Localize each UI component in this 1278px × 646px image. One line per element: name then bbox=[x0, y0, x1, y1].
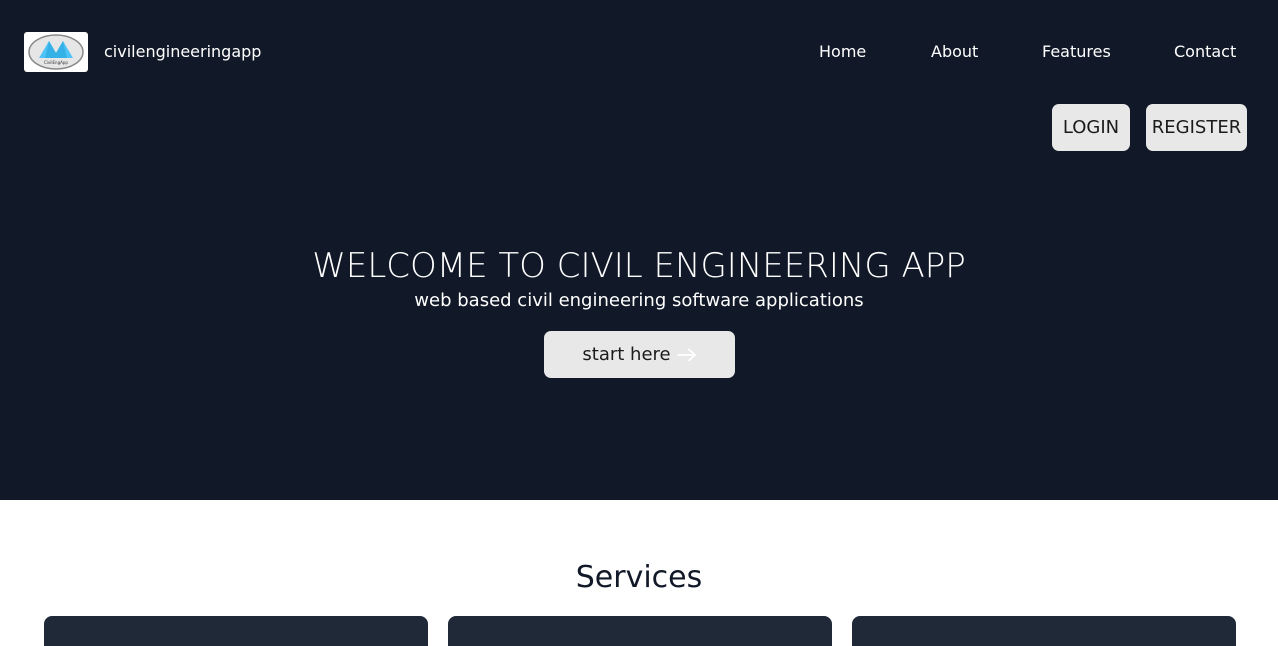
hero-subtitle: web based civil engineering software app… bbox=[414, 290, 864, 311]
logo[interactable]: CivilEngApp bbox=[24, 32, 88, 72]
service-card[interactable] bbox=[448, 616, 832, 646]
brand-name[interactable]: civilengineeringapp bbox=[104, 40, 261, 64]
register-button[interactable]: REGISTER bbox=[1146, 104, 1247, 151]
start-here-label: start here bbox=[582, 344, 671, 365]
service-card[interactable] bbox=[44, 616, 428, 646]
start-here-button[interactable]: start here bbox=[544, 331, 735, 378]
hero-title: WELCOME TO CIVIL ENGINEERING APP bbox=[312, 246, 966, 286]
nav-features-link[interactable]: Features bbox=[1042, 40, 1111, 64]
services-title: Services bbox=[575, 560, 703, 595]
logo-icon: CivilEngApp bbox=[28, 34, 84, 70]
nav-contact-link[interactable]: Contact bbox=[1174, 40, 1236, 64]
nav-about-link[interactable]: About bbox=[931, 40, 978, 64]
login-button[interactable]: LOGIN bbox=[1052, 104, 1130, 151]
nav-home-link[interactable]: Home bbox=[819, 40, 866, 64]
hero-section: CivilEngApp civilengineeringapp Home Abo… bbox=[0, 0, 1278, 500]
service-card[interactable] bbox=[852, 616, 1236, 646]
logo-text: CivilEngApp bbox=[44, 60, 68, 65]
arrow-right-icon bbox=[676, 348, 697, 362]
